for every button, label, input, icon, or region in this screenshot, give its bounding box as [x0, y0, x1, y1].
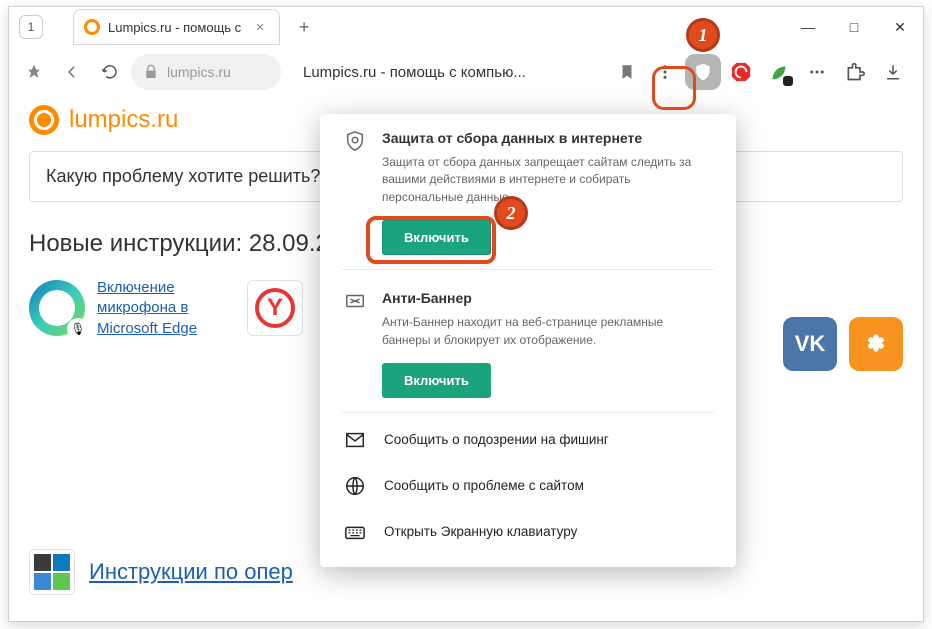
- report-site-label: Сообщить о проблеме с сайтом: [384, 478, 584, 493]
- bookmark-button[interactable]: [609, 54, 645, 90]
- tab-title: Lumpics.ru - помощь с: [108, 20, 241, 35]
- dots-vertical-icon: [656, 63, 674, 81]
- more-dots-button[interactable]: [799, 54, 835, 90]
- maximize-button[interactable]: □: [831, 7, 877, 47]
- minimize-button[interactable]: —: [785, 7, 831, 47]
- dots-horizontal-icon: [808, 63, 826, 81]
- banner-block-icon: [342, 290, 368, 398]
- bookmark-icon: [618, 63, 636, 81]
- ok-button[interactable]: ✽: [849, 317, 903, 371]
- enable-antibanner-button[interactable]: Включить: [382, 363, 491, 398]
- antibanner-desc: Анти-Баннер находит на веб-странице рекл…: [382, 314, 714, 349]
- keyboard-icon: [342, 521, 368, 543]
- kaspersky-shield-button[interactable]: [685, 54, 721, 90]
- url-domain: lumpics.ru: [167, 64, 231, 80]
- window-controls: — □ ✕: [785, 7, 923, 47]
- download-icon: [884, 63, 902, 81]
- close-window-button[interactable]: ✕: [877, 7, 923, 47]
- section-anti-banner: Анти-Баннер Анти-Баннер находит на веб-с…: [320, 274, 736, 408]
- stop-icon: [730, 61, 752, 83]
- article-card[interactable]: 🎙 Включение микрофона в Microsoft Edge: [29, 278, 227, 339]
- reload-icon: [101, 63, 119, 81]
- open-keyboard-row[interactable]: Открыть Экранную клавиатуру: [320, 509, 736, 555]
- mic-icon: 🎙: [67, 318, 89, 340]
- report-phishing-label: Сообщить о подозрении на фишинг: [384, 432, 609, 447]
- envelope-icon: [342, 429, 368, 451]
- os-grid-icon: [29, 549, 75, 595]
- new-tab-button[interactable]: +: [290, 13, 318, 41]
- page-title-addr: Lumpics.ru - помощь с компью...: [303, 64, 526, 81]
- kaspersky-popup: Защита от сбора данных в интернете Защит…: [320, 114, 736, 567]
- divider: [342, 269, 714, 270]
- back-icon: [63, 63, 81, 81]
- globe-alert-icon: [342, 475, 368, 497]
- tab-count-badge[interactable]: 1: [19, 15, 43, 39]
- brand-text: lumpics.ru: [69, 106, 178, 134]
- shield-outline-icon: [342, 130, 368, 255]
- social-buttons: VK ✽: [783, 317, 903, 371]
- toolbar-right: [609, 54, 911, 90]
- overflow-dots-button[interactable]: [647, 54, 683, 90]
- tracking-title: Защита от сбора данных в интернете: [382, 130, 714, 146]
- extensions-button[interactable]: [837, 54, 873, 90]
- article-link[interactable]: Включение микрофона в Microsoft Edge: [97, 278, 227, 339]
- badge-dot: [783, 76, 793, 86]
- url-field[interactable]: lumpics.ru: [131, 54, 281, 90]
- yandex-logo-icon: Y: [255, 288, 295, 328]
- tab-bar: 1 Lumpics.ru - помощь с × + — □ ✕: [9, 7, 923, 47]
- edge-icon: 🎙: [29, 280, 85, 336]
- callout-marker-1: 1: [686, 18, 720, 52]
- puzzle-icon: [845, 62, 865, 82]
- yandex-button[interactable]: [17, 55, 51, 89]
- vk-button[interactable]: VK: [783, 317, 837, 371]
- active-tab[interactable]: Lumpics.ru - помощь с ×: [73, 9, 280, 45]
- ops-row[interactable]: Инструкции по опер: [29, 549, 293, 595]
- report-site-row[interactable]: Сообщить о проблеме с сайтом: [320, 463, 736, 509]
- enable-tracking-button[interactable]: Включить: [382, 220, 491, 255]
- favicon-icon: [84, 19, 100, 35]
- open-keyboard-label: Открыть Экранную клавиатуру: [384, 524, 577, 539]
- lock-icon: [143, 64, 159, 80]
- tracking-desc: Защита от сбора данных запрещает сайтам …: [382, 154, 714, 206]
- tab-close-button[interactable]: ×: [251, 19, 269, 36]
- back-button[interactable]: [55, 55, 89, 89]
- report-phishing-row[interactable]: Сообщить о подозрении на фишинг: [320, 417, 736, 463]
- adblock-button[interactable]: [723, 54, 759, 90]
- callout-marker-2: 2: [494, 196, 528, 230]
- ops-link[interactable]: Инструкции по опер: [89, 559, 293, 585]
- brand-logo-icon: [29, 105, 59, 135]
- section-tracking-protection: Защита от сбора данных в интернете Защит…: [320, 114, 736, 265]
- extension-leaf-button[interactable]: [761, 54, 797, 90]
- reload-button[interactable]: [93, 55, 127, 89]
- divider: [342, 412, 714, 413]
- antibanner-title: Анти-Баннер: [382, 290, 714, 306]
- address-bar: lumpics.ru Lumpics.ru - помощь с компью.…: [9, 47, 923, 97]
- shield-icon: [693, 62, 713, 82]
- downloads-button[interactable]: [875, 54, 911, 90]
- yandex-browser-card[interactable]: Y: [247, 280, 303, 336]
- yandex-icon: [25, 63, 43, 81]
